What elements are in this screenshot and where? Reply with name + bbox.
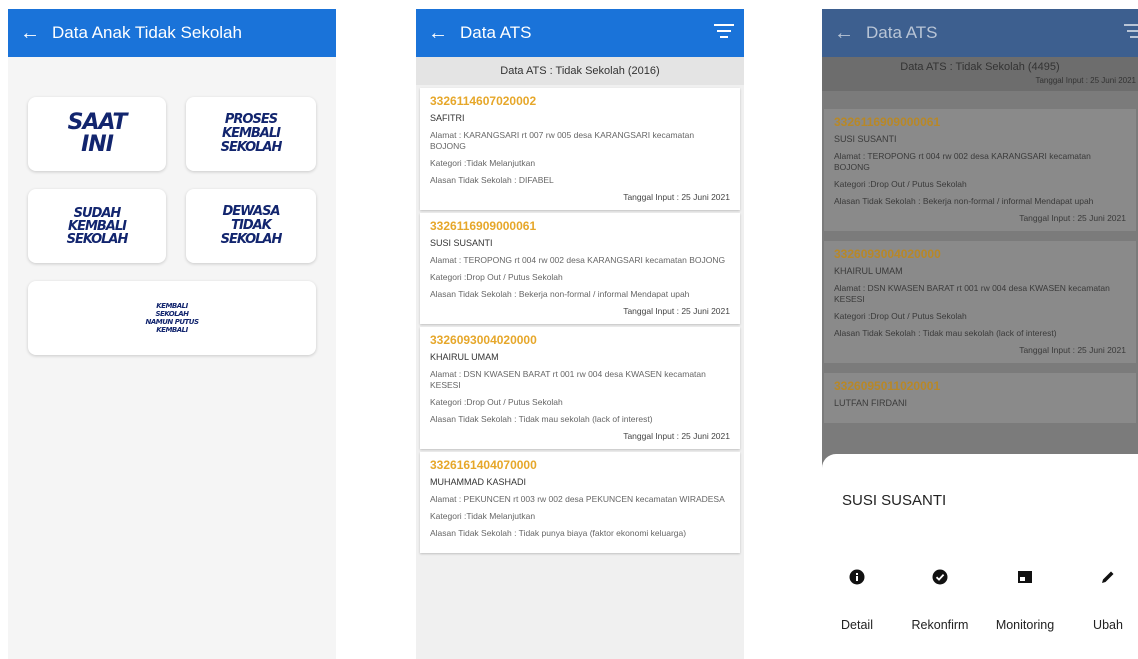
dashboard-icon xyxy=(985,566,1065,588)
tile-label: DEWASA TIDAK SEKOLAH xyxy=(220,204,283,247)
record-address: Alamat : PEKUNCEN rt 003 rw 002 desa PEK… xyxy=(430,494,725,504)
record-category: Kategori :Drop Out / Putus Sekolah xyxy=(834,311,967,321)
tile-proses-kembali-sekolah[interactable]: PROSES KEMBALI SEKOLAH xyxy=(186,97,316,171)
tile-label: SAAT INI xyxy=(67,110,128,157)
page-title: Data ATS xyxy=(866,23,938,42)
action-sheet-screen: ← Data ATS Data ATS : Tidak Sekolah (449… xyxy=(822,9,1138,659)
subheader-date: Tanggal Input : 25 Juni 2021 xyxy=(1035,76,1136,85)
record-address: Alamat : TEROPONG rt 004 rw 002 desa KAR… xyxy=(430,255,726,265)
rekonfirm-button[interactable]: Rekonfirm xyxy=(900,566,980,632)
record-input-date: Tanggal Input : 25 Juni 2021 xyxy=(623,306,730,316)
record-card[interactable]: 3326114607020002 SAFITRI Alamat : KARANG… xyxy=(420,88,740,210)
record-nik: 3326116909000061 xyxy=(430,219,537,233)
record-card[interactable]: 3326116909000061 SUSI SUSANTI Alamat : T… xyxy=(824,109,1136,231)
page-title: Data Anak Tidak Sekolah xyxy=(52,23,242,42)
record-name: KHAIRUL UMAM xyxy=(834,266,903,276)
record-nik: 3326114607020002 xyxy=(430,94,537,108)
record-name: MUHAMMAD KASHADI xyxy=(430,477,527,487)
record-input-date: Tanggal Input : 25 Juni 2021 xyxy=(1019,213,1126,223)
tile-kembali-sekolah-namun-putus-kembali[interactable]: KEMBALI SEKOLAH NAMUN PUTUS KEMBALI xyxy=(28,281,316,355)
record-reason: Alasan Tidak Sekolah : Tidak punya biaya… xyxy=(430,528,687,538)
record-name: SAFITRI xyxy=(430,113,465,123)
action-label: Detail xyxy=(841,618,873,632)
record-reason: Alasan Tidak Sekolah : DIFABEL xyxy=(430,175,554,185)
menu-screen: ← Data Anak Tidak Sekolah SAAT INI PROSE… xyxy=(8,9,336,659)
tile-sudah-kembali-sekolah[interactable]: SUDAH KEMBALI SEKOLAH xyxy=(28,189,166,263)
record-name: SUSI SUSANTI xyxy=(834,134,897,144)
monitoring-button[interactable]: Monitoring xyxy=(985,566,1065,632)
app-bar: ← Data Anak Tidak Sekolah xyxy=(8,9,336,57)
ubah-button[interactable]: Ubah xyxy=(1068,566,1138,632)
record-address: Alamat : TEROPONG rt 004 rw 002 desa KAR… xyxy=(834,151,1091,172)
back-arrow-icon[interactable]: ← xyxy=(416,22,460,45)
record-reason: Alasan Tidak Sekolah : Tidak mau sekolah… xyxy=(430,414,653,424)
data-ats-list-screen: ← Data ATS Data ATS : Tidak Sekolah (201… xyxy=(416,9,744,659)
record-card[interactable]: 3326116909000061 SUSI SUSANTI Alamat : T… xyxy=(420,213,740,324)
check-circle-icon xyxy=(900,566,980,588)
record-category: Kategori :Drop Out / Putus Sekolah xyxy=(430,397,563,407)
back-arrow-icon[interactable]: ← xyxy=(822,22,866,45)
detail-button[interactable]: Detail xyxy=(822,566,897,632)
pencil-icon xyxy=(1068,566,1138,588)
action-label: Rekonfirm xyxy=(911,618,969,632)
record-card[interactable]: 3326093004020000 KHAIRUL UMAM Alamat : D… xyxy=(420,327,740,449)
record-address: Alamat : DSN KWASEN BARAT rt 001 rw 004 … xyxy=(834,283,1110,304)
record-nik: 3326093004020000 xyxy=(430,333,537,347)
app-bar: ← Data ATS xyxy=(822,9,1138,57)
record-input-date: Tanggal Input : 25 Juni 2021 xyxy=(623,192,730,202)
record-category: Kategori :Tidak Melanjutkan xyxy=(430,158,536,168)
record-reason: Alasan Tidak Sekolah : Bekerja non-forma… xyxy=(834,196,1094,206)
record-address: Alamat : KARANGSARI rt 007 rw 005 desa K… xyxy=(430,130,695,151)
app-bar: ← Data ATS xyxy=(416,9,744,57)
record-reason: Alasan Tidak Sekolah : Tidak mau sekolah… xyxy=(834,328,1057,338)
record-address: Alamat : DSN KWASEN BARAT rt 001 rw 004 … xyxy=(430,369,706,390)
record-input-date: Tanggal Input : 25 Juni 2021 xyxy=(1019,345,1126,355)
tile-label: SUDAH KEMBALI SEKOLAH xyxy=(66,205,129,247)
record-input-date: Tanggal Input : 25 Juni 2021 xyxy=(623,431,730,441)
record-name: KHAIRUL UMAM xyxy=(430,352,499,362)
filter-icon[interactable] xyxy=(1124,24,1138,42)
record-card[interactable]: 3326161404070000 MUHAMMAD KASHADI Alamat… xyxy=(420,452,740,553)
record-reason: Alasan Tidak Sekolah : Bekerja non-forma… xyxy=(430,289,690,299)
record-category: Kategori :Drop Out / Putus Sekolah xyxy=(430,272,563,282)
subheader-title: Data ATS : Tidak Sekolah (4495) xyxy=(900,61,1060,73)
record-nik: 3326116909000061 xyxy=(834,115,941,129)
record-name: SUSI SUSANTI xyxy=(430,238,493,248)
tile-label: PROSES KEMBALI SEKOLAH xyxy=(220,112,283,155)
record-category: Kategori :Tidak Melanjutkan xyxy=(430,511,536,521)
tile-label: KEMBALI SEKOLAH NAMUN PUTUS KEMBALI xyxy=(145,302,199,334)
record-card[interactable]: 3326093004020000 KHAIRUL UMAM Alamat : D… xyxy=(824,241,1136,363)
sheet-title: SUSI SUSANTI xyxy=(842,492,947,509)
action-label: Ubah xyxy=(1093,618,1123,632)
filter-icon[interactable] xyxy=(714,24,734,42)
record-card[interactable]: 3326095011020001 LUTFAN FIRDANI xyxy=(824,373,1136,423)
record-name: LUTFAN FIRDANI xyxy=(834,398,908,408)
list-subheader: Data ATS : Tidak Sekolah (4495) Tanggal … xyxy=(822,57,1138,91)
tile-saat-ini[interactable]: SAAT INI xyxy=(28,97,166,171)
back-arrow-icon[interactable]: ← xyxy=(8,22,52,45)
page-title: Data ATS xyxy=(460,23,532,42)
bottom-action-sheet: SUSI SUSANTI Detail Rekonfirm Monitoring… xyxy=(822,454,1138,659)
record-nik: 3326093004020000 xyxy=(834,247,941,261)
action-label: Monitoring xyxy=(995,618,1055,632)
record-category: Kategori :Drop Out / Putus Sekolah xyxy=(834,179,967,189)
info-icon xyxy=(822,566,897,588)
tile-dewasa-tidak-sekolah[interactable]: DEWASA TIDAK SEKOLAH xyxy=(186,189,316,263)
record-nik: 3326161404070000 xyxy=(430,458,537,472)
record-nik: 3326095011020001 xyxy=(834,379,941,393)
list-subheader: Data ATS : Tidak Sekolah (2016) xyxy=(416,57,744,85)
